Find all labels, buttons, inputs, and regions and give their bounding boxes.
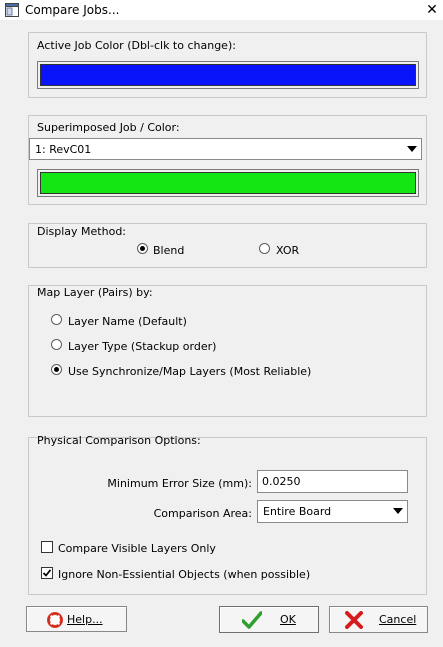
active-job-label: Active Job Color (Dbl-clk to change):	[37, 39, 236, 52]
checkmark-icon	[42, 569, 52, 577]
min-error-field[interactable]	[257, 470, 408, 493]
layer-name-radio-label[interactable]: Layer Name (Default)	[68, 315, 187, 328]
red-x-icon	[345, 611, 363, 629]
title-bar: Compare Jobs... ✕	[0, 0, 443, 20]
comparison-area-select[interactable]: Entire Board	[257, 500, 408, 523]
window-title: Compare Jobs...	[25, 3, 120, 17]
superimposed-color-swatch[interactable]	[37, 169, 419, 197]
layer-type-radio[interactable]	[51, 339, 62, 350]
ok-button-label: OK	[280, 613, 296, 626]
blend-radio-label[interactable]: Blend	[153, 244, 184, 257]
superimposed-job-value: 1: RevC01	[35, 143, 92, 156]
layer-type-radio-label[interactable]: Layer Type (Stackup order)	[68, 340, 216, 353]
active-job-color-swatch[interactable]	[37, 61, 419, 89]
layer-name-radio[interactable]	[51, 314, 62, 325]
ignore-objects-checkbox[interactable]	[41, 567, 53, 579]
superimposed-job-select[interactable]: 1: RevC01	[29, 138, 422, 160]
synchronize-map-radio-label[interactable]: Use Synchronize/Map Layers (Most Reliabl…	[68, 365, 311, 378]
superimposed-color-fill	[40, 172, 416, 194]
min-error-label: Minimum Error Size (mm):	[107, 477, 252, 490]
help-button[interactable]: Help...	[26, 606, 127, 632]
min-error-input[interactable]	[258, 471, 407, 492]
display-method-label: Display Method:	[37, 225, 127, 238]
green-check-icon	[242, 611, 262, 629]
lifebuoy-icon	[47, 612, 63, 628]
chevron-down-icon	[393, 508, 403, 514]
xor-radio[interactable]	[259, 243, 270, 254]
synchronize-map-radio[interactable]	[51, 364, 62, 375]
comparison-area-label: Comparison Area:	[153, 507, 252, 520]
map-layer-label: Map Layer (Pairs) by:	[37, 286, 153, 299]
visible-layers-label[interactable]: Compare Visible Layers Only	[58, 542, 216, 555]
blend-radio[interactable]	[137, 243, 148, 254]
help-button-label: Help...	[67, 613, 103, 626]
visible-layers-checkbox[interactable]	[41, 541, 53, 553]
active-job-color-fill	[40, 64, 416, 86]
chevron-down-icon	[407, 146, 417, 152]
ignore-objects-label[interactable]: Ignore Non-Essiential Objects (when poss…	[58, 568, 310, 581]
comparison-area-value: Entire Board	[263, 505, 332, 518]
ok-button[interactable]: OK	[219, 606, 319, 633]
physical-comparison-label: Physical Comparison Options:	[37, 434, 201, 447]
close-button[interactable]: ✕	[421, 0, 443, 20]
app-window-icon	[5, 3, 19, 17]
superimposed-label: Superimposed Job / Color:	[37, 121, 180, 134]
cancel-button[interactable]: Cancel	[329, 606, 428, 633]
cancel-button-label: Cancel	[379, 613, 417, 626]
xor-radio-label[interactable]: XOR	[276, 244, 299, 257]
